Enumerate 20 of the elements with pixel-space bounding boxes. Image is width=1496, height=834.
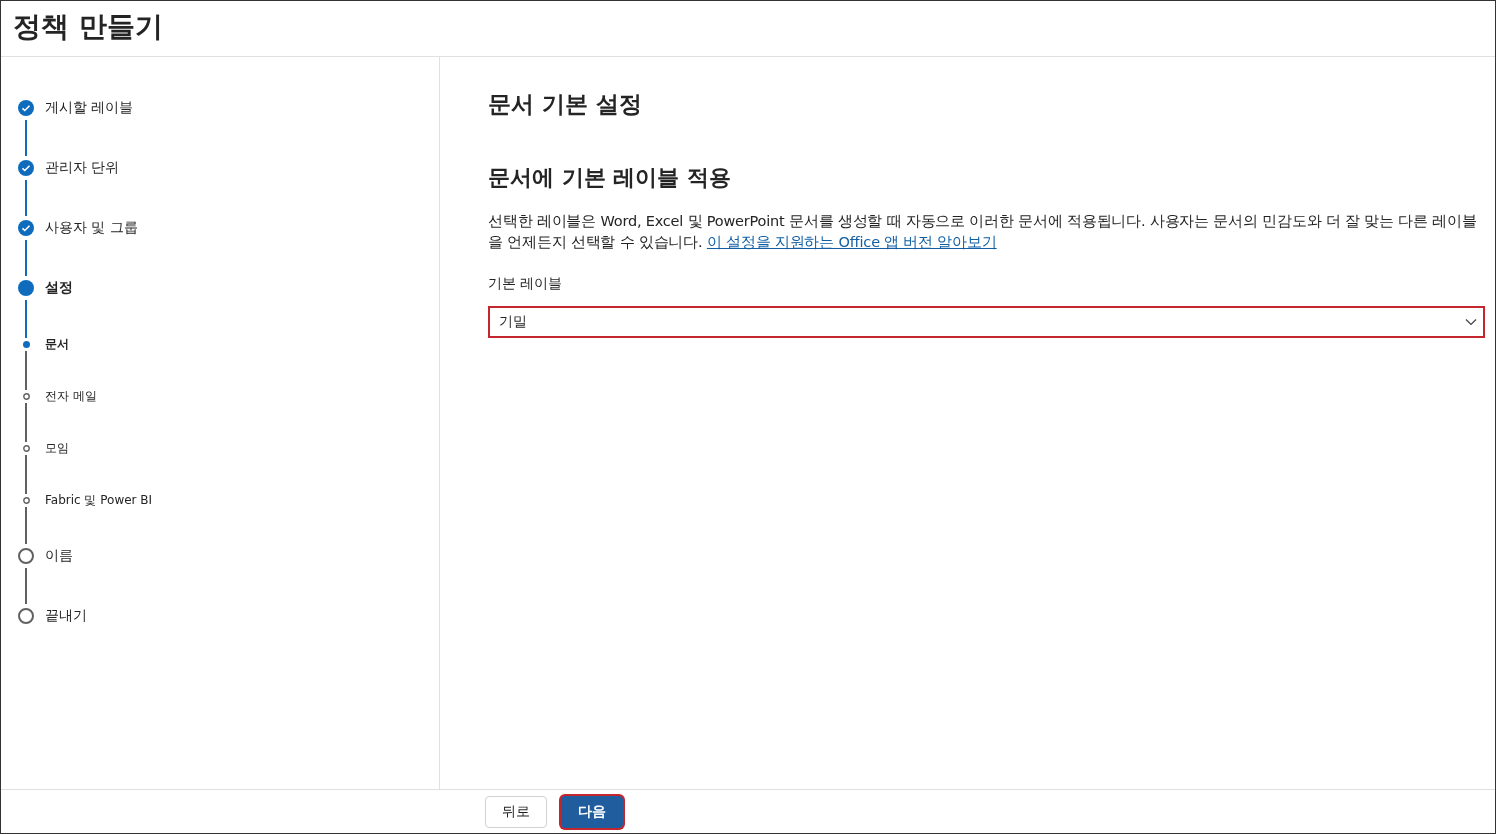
step-label[interactable]: 이름	[45, 547, 73, 565]
field-label: 기본 레이블	[488, 275, 564, 293]
back-button[interactable]: 뒤로	[485, 795, 547, 828]
section-heading: 문서에 기본 레이블 적용	[488, 164, 732, 192]
step-label[interactable]: 게시할 레이블	[45, 99, 134, 117]
description-text: 선택한 레이블은 Word, Excel 및 PowerPoint 문서를 생성할 때 자동으로 이러한 문서에 적용됩니다. 사용자는 문서의 민감도와 더 잘 맞는 다른 레이블을 언제든지 선택할 수 있습니다. 이 설정을 지원하는 Office 앱 버전 알아보기	[488, 212, 1478, 252]
step-label[interactable]: 모임	[45, 439, 69, 457]
chevron-down-icon	[1465, 318, 1477, 326]
step-label[interactable]: 문서	[45, 335, 69, 353]
learn-more-link[interactable]: 이 설정을 지원하는 Office 앱 버전 알아보기	[706, 234, 997, 250]
step-label[interactable]: 설정	[45, 279, 73, 297]
default-label-dropdown[interactable]: 기밀	[488, 306, 1485, 338]
page-heading: 문서 기본 설정	[488, 90, 643, 119]
step-label[interactable]: 끝내기	[45, 607, 87, 625]
step-label[interactable]: 관리자 단위	[45, 159, 120, 177]
step-label[interactable]: 사용자 및 그룹	[45, 219, 138, 237]
next-button[interactable]: 다음	[561, 795, 623, 828]
window-title: 정책 만들기	[13, 8, 163, 45]
step-label[interactable]: 전자 메일	[45, 387, 97, 405]
step-label[interactable]: Fabric 및 Power BI	[45, 491, 153, 509]
